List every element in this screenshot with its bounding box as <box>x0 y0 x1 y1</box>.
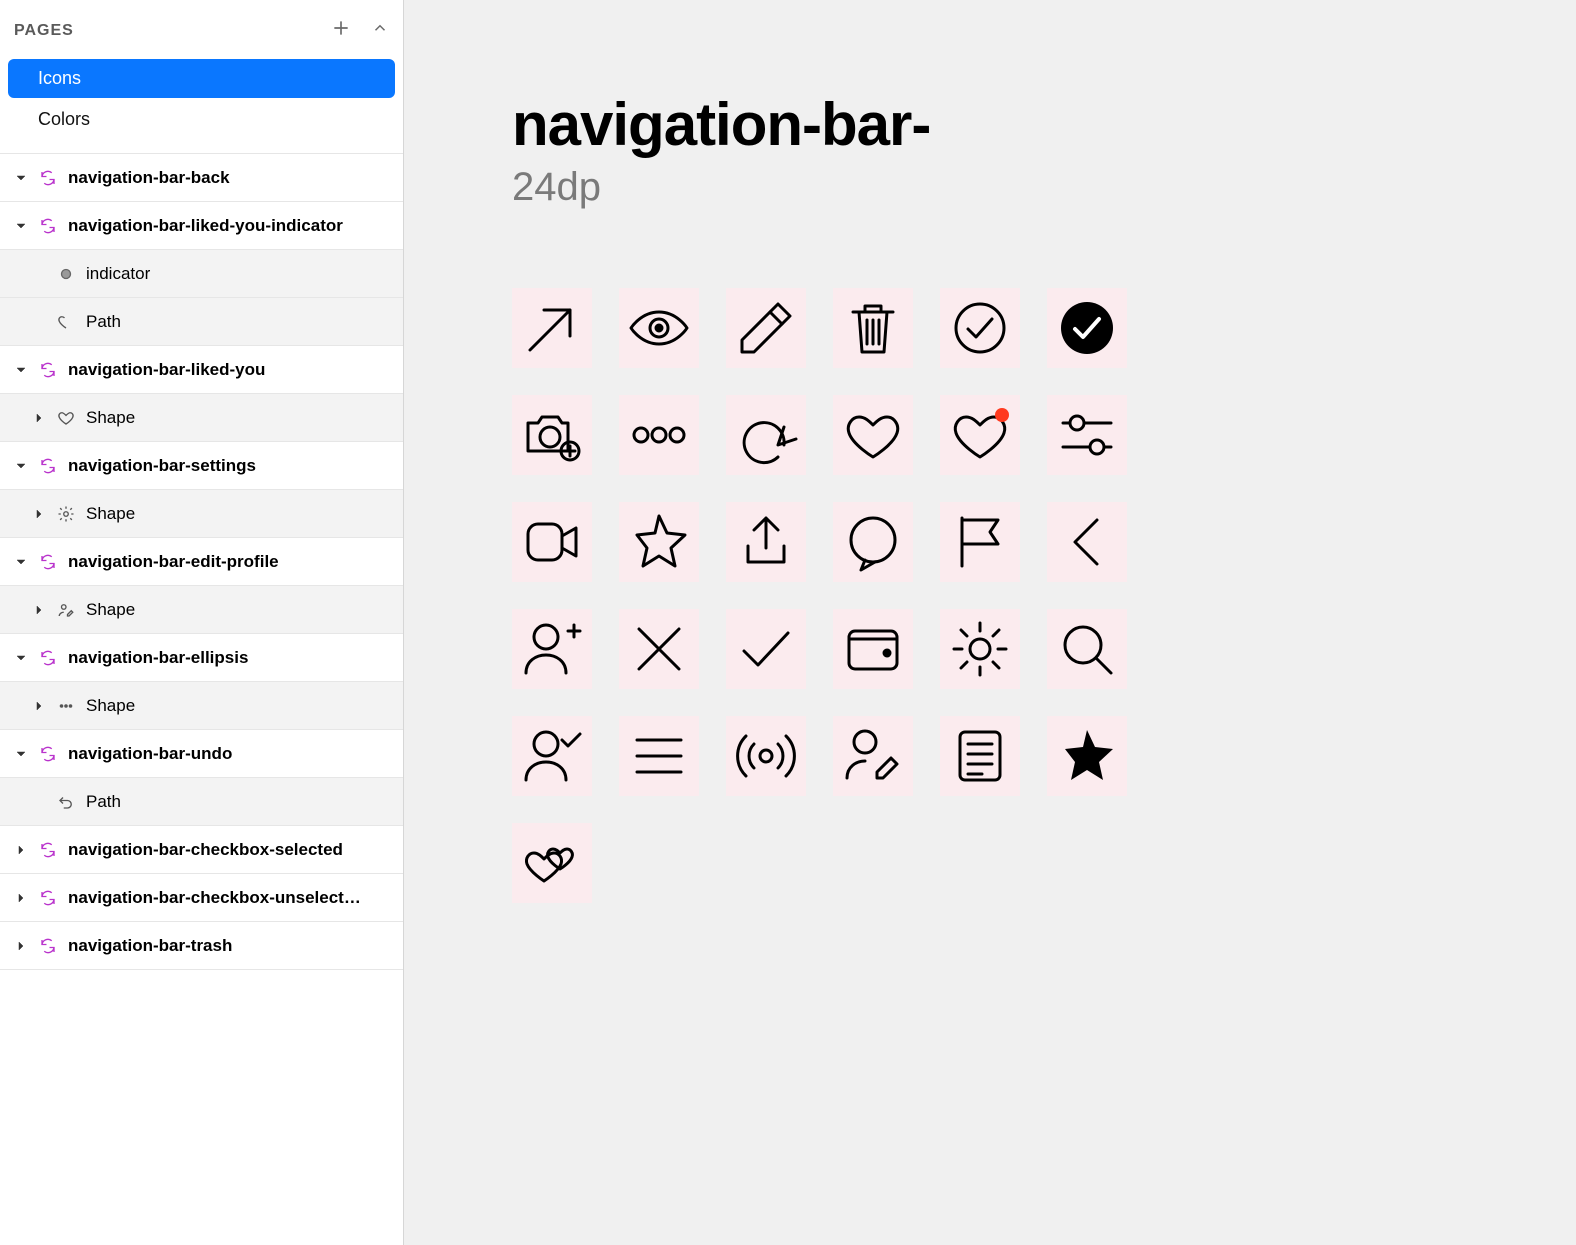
layer-label: navigation-bar-trash <box>68 936 395 956</box>
layer-label: Shape <box>86 504 395 524</box>
circle-check-filled-icon[interactable] <box>1047 288 1127 368</box>
ellipsis-icon <box>56 697 76 715</box>
heart-indicator-icon[interactable] <box>940 395 1020 475</box>
layer-group[interactable]: navigation-bar-ellipsis <box>0 634 403 682</box>
layers-panel: navigation-bar-back navigation-bar-liked-… <box>0 153 403 1245</box>
layer-child[interactable]: Path <box>0 298 403 346</box>
user-plus-icon[interactable] <box>512 609 592 689</box>
share-icon[interactable] <box>726 502 806 582</box>
layer-child[interactable]: indicator <box>0 250 403 298</box>
layer-child[interactable]: Shape <box>0 394 403 442</box>
layer-label: navigation-bar-edit-profile <box>68 552 395 572</box>
star-icon[interactable] <box>619 502 699 582</box>
layer-child[interactable]: Shape <box>0 586 403 634</box>
add-page-icon[interactable] <box>331 18 351 43</box>
collapse-pages-icon[interactable] <box>371 19 389 42</box>
layer-group[interactable]: navigation-bar-trash <box>0 922 403 970</box>
heart-icon <box>56 409 76 427</box>
menu-icon[interactable] <box>619 716 699 796</box>
page-list: Icons Colors <box>0 53 403 153</box>
sliders-icon[interactable] <box>1047 395 1127 475</box>
canvas-subtitle: 24dp <box>512 165 1576 210</box>
layer-group[interactable]: navigation-bar-checkbox-unselect… <box>0 874 403 922</box>
layer-label: Shape <box>86 600 395 620</box>
sync-icon <box>38 217 58 235</box>
gear-icon[interactable] <box>940 609 1020 689</box>
camera-plus-icon[interactable] <box>512 395 592 475</box>
gear-icon <box>56 505 76 523</box>
dot-icon <box>56 265 76 283</box>
page-item-label: Colors <box>38 109 90 129</box>
circle-check-icon[interactable] <box>940 288 1020 368</box>
sidebar: PAGES Icons Colors navigation-bar-backna… <box>0 0 404 1245</box>
arrow-cursor-icon[interactable] <box>512 288 592 368</box>
layer-label: navigation-bar-liked-you <box>68 360 395 380</box>
layer-label: navigation-bar-undo <box>68 744 395 764</box>
pages-header: PAGES <box>0 0 403 53</box>
layer-label: navigation-bar-ellipsis <box>68 648 395 668</box>
sync-icon <box>38 841 58 859</box>
layer-group[interactable]: navigation-bar-liked-you <box>0 346 403 394</box>
pencil-icon[interactable] <box>726 288 806 368</box>
search-icon[interactable] <box>1047 609 1127 689</box>
pages-header-label: PAGES <box>14 22 74 40</box>
chat-bubble-icon[interactable] <box>833 502 913 582</box>
path-heart-icon <box>56 313 76 331</box>
layer-group[interactable]: navigation-bar-liked-you-indicator <box>0 202 403 250</box>
eye-icon[interactable] <box>619 288 699 368</box>
layer-group[interactable]: navigation-bar-undo <box>0 730 403 778</box>
page-item-label: Icons <box>38 68 81 88</box>
layer-label: Shape <box>86 408 395 428</box>
undo-icon <box>56 793 76 811</box>
trash-icon[interactable] <box>833 288 913 368</box>
user-edit-icon[interactable] <box>833 716 913 796</box>
sync-icon <box>38 937 58 955</box>
layer-label: navigation-bar-checkbox-unselect… <box>68 888 395 908</box>
layer-child[interactable]: Shape <box>0 682 403 730</box>
canvas[interactable]: navigation-bar- 24dp <box>404 0 1576 1245</box>
undo-icon[interactable] <box>726 395 806 475</box>
document-icon[interactable] <box>940 716 1020 796</box>
sync-icon <box>38 361 58 379</box>
layer-label: navigation-bar-settings <box>68 456 395 476</box>
page-item-colors[interactable]: Colors <box>8 100 395 139</box>
sync-icon <box>38 553 58 571</box>
video-icon[interactable] <box>512 502 592 582</box>
layer-group[interactable]: navigation-bar-edit-profile <box>0 538 403 586</box>
wallet-icon[interactable] <box>833 609 913 689</box>
sync-icon <box>38 889 58 907</box>
layer-group[interactable]: navigation-bar-back <box>0 154 403 202</box>
layer-label: indicator <box>86 264 395 284</box>
sync-icon <box>38 169 58 187</box>
layer-child[interactable]: Path <box>0 778 403 826</box>
layer-label: navigation-bar-liked-you-indicator <box>68 216 395 236</box>
layer-child[interactable]: Shape <box>0 490 403 538</box>
heart-icon[interactable] <box>833 395 913 475</box>
page-item-icons[interactable]: Icons <box>8 59 395 98</box>
star-filled-icon[interactable] <box>1047 716 1127 796</box>
layer-label: navigation-bar-checkbox-selected <box>68 840 395 860</box>
user-check-icon[interactable] <box>512 716 592 796</box>
chevron-left-icon[interactable] <box>1047 502 1127 582</box>
sync-icon <box>38 457 58 475</box>
broadcast-icon[interactable] <box>726 716 806 796</box>
sync-icon <box>38 745 58 763</box>
flag-icon[interactable] <box>940 502 1020 582</box>
user-edit-icon <box>56 601 76 619</box>
canvas-title: navigation-bar- <box>512 90 1576 159</box>
layer-label: Path <box>86 792 395 812</box>
check-icon[interactable] <box>726 609 806 689</box>
ellipsis-icon[interactable] <box>619 395 699 475</box>
layer-label: Path <box>86 312 395 332</box>
layer-label: Shape <box>86 696 395 716</box>
hearts-icon[interactable] <box>512 823 592 903</box>
sync-icon <box>38 649 58 667</box>
layer-group[interactable]: navigation-bar-settings <box>0 442 403 490</box>
x-icon[interactable] <box>619 609 699 689</box>
layer-group[interactable]: navigation-bar-checkbox-selected <box>0 826 403 874</box>
icon-grid <box>512 288 1576 903</box>
layer-label: navigation-bar-back <box>68 168 395 188</box>
